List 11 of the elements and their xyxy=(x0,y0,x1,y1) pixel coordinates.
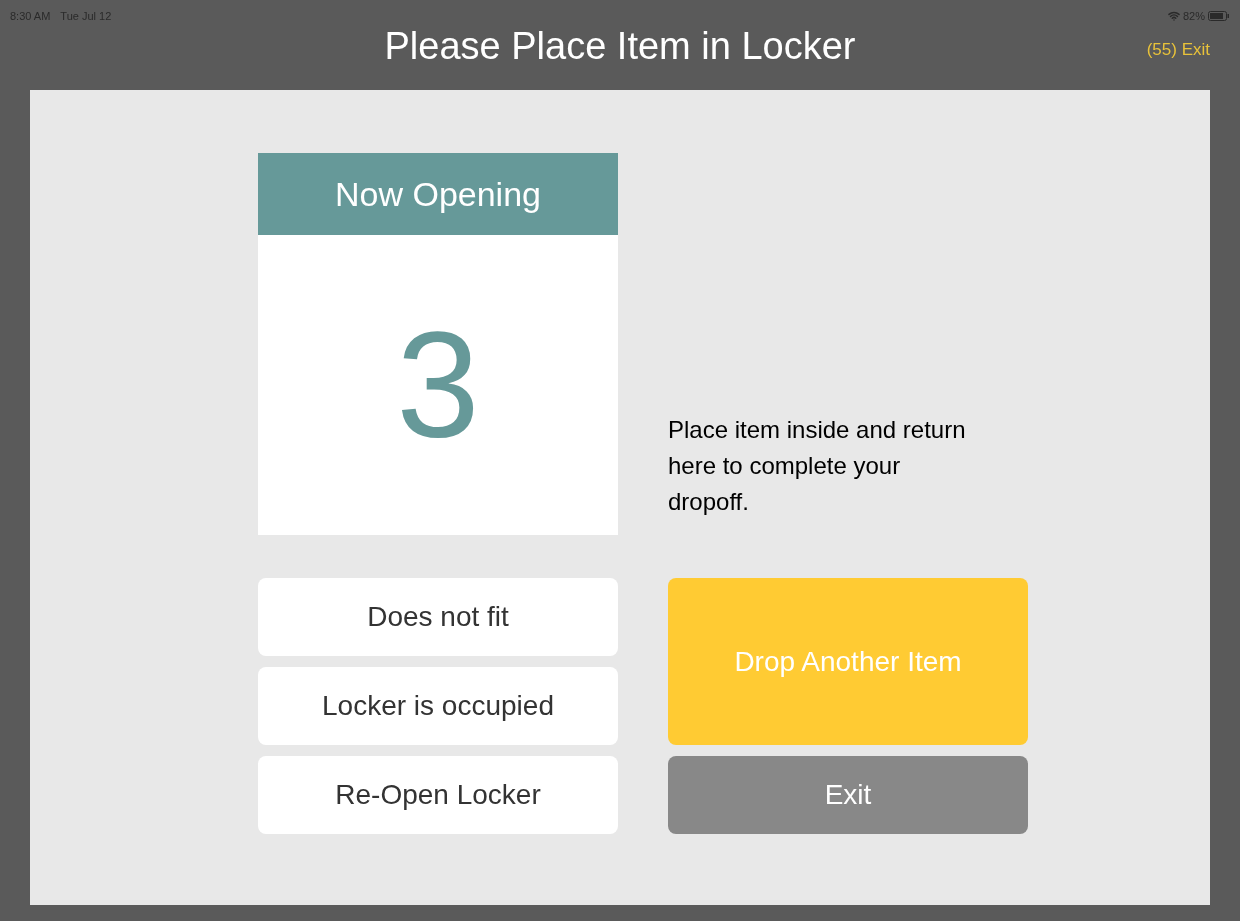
issue-button[interactable]: Locker is occupied xyxy=(258,667,618,745)
issue-button[interactable]: Re-Open Locker xyxy=(258,756,618,834)
instructions-text: Place item inside and return here to complete your dropoff. xyxy=(668,415,967,517)
exit-link[interactable]: (55) Exit xyxy=(1146,36,1210,62)
page-title: Please Place Item in Locker xyxy=(384,23,856,69)
card-heading: Now Opening xyxy=(335,173,541,215)
battery-icon xyxy=(1208,11,1230,22)
wifi-icon xyxy=(1167,10,1180,23)
action-button[interactable]: Exit xyxy=(668,756,1028,834)
issue-button[interactable]: Does not fit xyxy=(258,578,618,656)
locker-number: 3 xyxy=(396,310,480,460)
